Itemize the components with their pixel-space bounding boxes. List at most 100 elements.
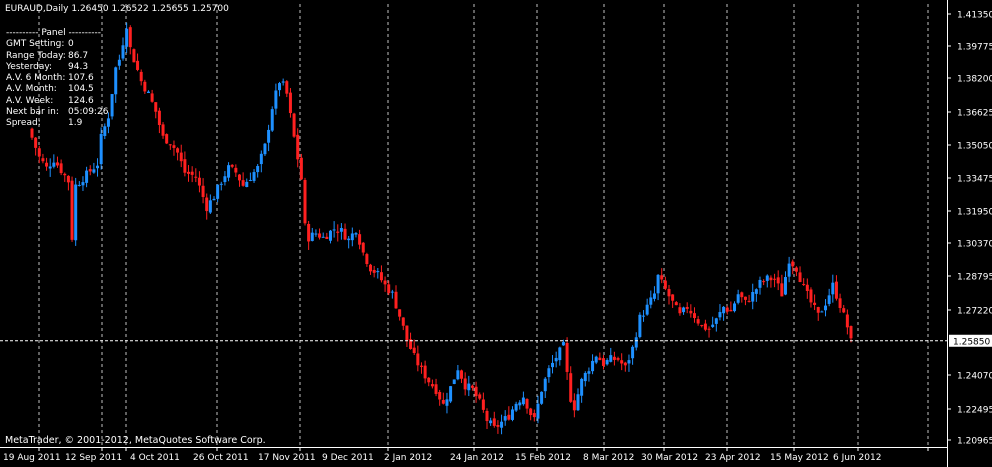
- candle-body: [638, 314, 642, 337]
- candle-body: [798, 272, 802, 282]
- candle-body: [481, 399, 485, 410]
- candle-body: [179, 152, 183, 162]
- candle-body: [827, 295, 831, 304]
- candle-body: [569, 373, 573, 402]
- candle-body: [387, 284, 391, 294]
- candle-body: [783, 277, 787, 295]
- candle-body: [496, 425, 500, 427]
- panel-label: A.V. Week:: [6, 95, 54, 106]
- y-tick-label: 1.33475: [957, 175, 992, 185]
- candle-body: [842, 308, 846, 313]
- candle-body: [157, 110, 161, 126]
- candle-body: [445, 399, 449, 406]
- candle-body: [328, 230, 332, 241]
- candle-body: [336, 231, 340, 233]
- panel-value: 0: [68, 39, 74, 50]
- candle-body: [310, 232, 314, 241]
- candle-body: [241, 180, 245, 186]
- candle-body: [558, 347, 562, 361]
- y-tick-label: 1.30370: [957, 240, 992, 250]
- candle-body: [623, 362, 627, 366]
- candle-body: [532, 413, 536, 418]
- candle-body: [136, 60, 140, 70]
- candle-body: [372, 269, 376, 273]
- candle-body: [729, 309, 733, 312]
- candle-body: [150, 93, 154, 102]
- candle-body: [489, 420, 493, 424]
- candle-body: [168, 144, 172, 146]
- candle-body: [762, 281, 766, 283]
- x-tick-label: 6 Jun 2012: [833, 453, 881, 463]
- candle-body: [565, 343, 569, 372]
- candle-body: [34, 137, 38, 148]
- panel-row-av-week: A.V. Week: 124.6: [6, 96, 108, 107]
- candle-body: [609, 355, 613, 362]
- y-tick-label: 1.27220: [957, 307, 992, 317]
- x-tick-label: 15 Feb 2012: [515, 453, 571, 463]
- candle-body: [503, 416, 507, 421]
- candle-body: [765, 275, 769, 281]
- candle-body: [63, 173, 67, 176]
- candle-body: [314, 233, 318, 235]
- candle-body: [248, 179, 252, 181]
- candle-body: [460, 370, 464, 379]
- candle-body: [769, 277, 773, 281]
- high-value: 1.26522: [111, 4, 149, 14]
- candle-body: [161, 124, 165, 136]
- candle-body: [74, 184, 78, 241]
- panel-row-gmt: GMT Setting: 0: [6, 39, 108, 50]
- candle-body: [642, 315, 646, 317]
- candle-body: [660, 275, 664, 280]
- candle-body: [754, 289, 758, 294]
- candle-body: [820, 311, 824, 313]
- candle-body: [667, 289, 671, 297]
- candle-body: [288, 92, 292, 114]
- candle-body: [736, 294, 740, 303]
- candle-body: [849, 326, 853, 339]
- candle-body: [733, 303, 737, 312]
- candle-body: [256, 166, 260, 173]
- candle-body: [292, 113, 296, 137]
- y-tick-label: 1.38200: [957, 75, 992, 85]
- panel-row-yesterday: Yesterday: 94.3: [6, 62, 108, 73]
- candle-body: [45, 162, 49, 167]
- candle-body: [751, 291, 755, 302]
- candle-body: [318, 233, 322, 238]
- x-tick-label: 19 Aug 2011: [3, 453, 61, 463]
- candle-body: [678, 307, 682, 314]
- candle-body: [365, 254, 369, 265]
- candle-body: [776, 277, 780, 284]
- candle-body: [591, 360, 595, 372]
- candle-body: [521, 397, 525, 405]
- candle-body: [96, 165, 100, 169]
- price-chart[interactable]: 1.25850 1.41350 1.39775 1.38200 1.36625 1.35…: [0, 0, 992, 467]
- candle-body: [30, 128, 34, 138]
- candle-body: [48, 166, 52, 169]
- candle-body: [671, 294, 675, 301]
- candle-body: [536, 403, 540, 419]
- low-value: 1.25655: [151, 4, 189, 14]
- info-panel: ---------- Panel ---------- GMT Setting:…: [6, 28, 108, 130]
- candle-body: [216, 184, 220, 199]
- candle-body: [649, 297, 653, 305]
- y-tick-label: 1.22495: [957, 406, 992, 416]
- candle-body: [805, 284, 809, 291]
- panel-value: 124.6: [68, 95, 94, 106]
- candle-body: [561, 342, 565, 346]
- candle-body: [99, 133, 103, 165]
- candle-body: [416, 353, 420, 366]
- y-tick-label: 1.39775: [957, 43, 992, 53]
- candle-body: [263, 143, 267, 155]
- candle-body: [270, 109, 274, 131]
- candle-body: [583, 372, 587, 382]
- candle-body: [361, 242, 365, 253]
- candle-body: [237, 174, 241, 181]
- candle-body: [540, 391, 544, 404]
- candle-body: [394, 291, 398, 309]
- x-tick-label: 9 Dec 2011: [322, 453, 374, 463]
- candle-body: [692, 313, 696, 319]
- y-tick-label: 1.35050: [957, 142, 992, 152]
- candle-body: [227, 165, 231, 178]
- x-tick-label: 26 Oct 2011: [193, 453, 249, 463]
- chart-background: [0, 0, 992, 467]
